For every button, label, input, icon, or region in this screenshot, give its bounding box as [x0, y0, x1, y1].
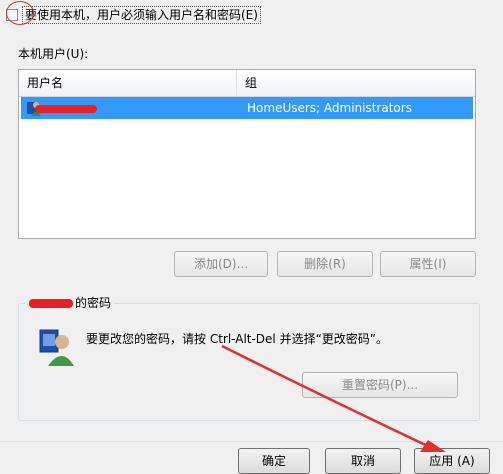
- redacted-username: [29, 299, 73, 308]
- user-password-icon: [39, 329, 74, 366]
- require-login-row[interactable]: 要使用本机，用户必须输入用户名和密码(E): [6, 4, 261, 26]
- require-login-label[interactable]: 要使用本机，用户必须输入用户名和密码(E): [22, 6, 261, 24]
- users-label: 本机用户(U):: [18, 47, 89, 61]
- table-row[interactable]: HomeUsers; Administrators: [21, 97, 473, 119]
- user-group-cell: HomeUsers; Administrators: [247, 101, 412, 115]
- password-group-title: 的密码: [26, 295, 115, 311]
- users-listview[interactable]: 用户名 组 HomeUsers; Administrators: [18, 69, 476, 239]
- redacted-username: [35, 105, 97, 113]
- annotation-circle: [6, 1, 34, 25]
- cancel-button[interactable]: 取消: [325, 448, 401, 474]
- add-user-button[interactable]: 添加(D)...: [174, 251, 268, 277]
- reset-password-button[interactable]: 重置密码(P)...: [302, 372, 458, 398]
- properties-button[interactable]: 属性(I): [380, 251, 476, 277]
- column-header-username[interactable]: 用户名: [19, 70, 237, 96]
- ok-button[interactable]: 确定: [238, 448, 310, 474]
- listview-header: 用户名 组: [19, 70, 475, 97]
- remove-user-button[interactable]: 删除(R): [277, 251, 373, 277]
- column-header-group[interactable]: 组: [237, 70, 475, 96]
- password-groupbox: [18, 303, 480, 421]
- apply-button[interactable]: 应用 (A): [414, 448, 490, 474]
- password-message: 要更改您的密码，请按 Ctrl-Alt-Del 并选择“更改密码”。: [86, 332, 389, 346]
- bottom-separator: [0, 441, 503, 442]
- password-group-title-text: 的密码: [75, 296, 112, 310]
